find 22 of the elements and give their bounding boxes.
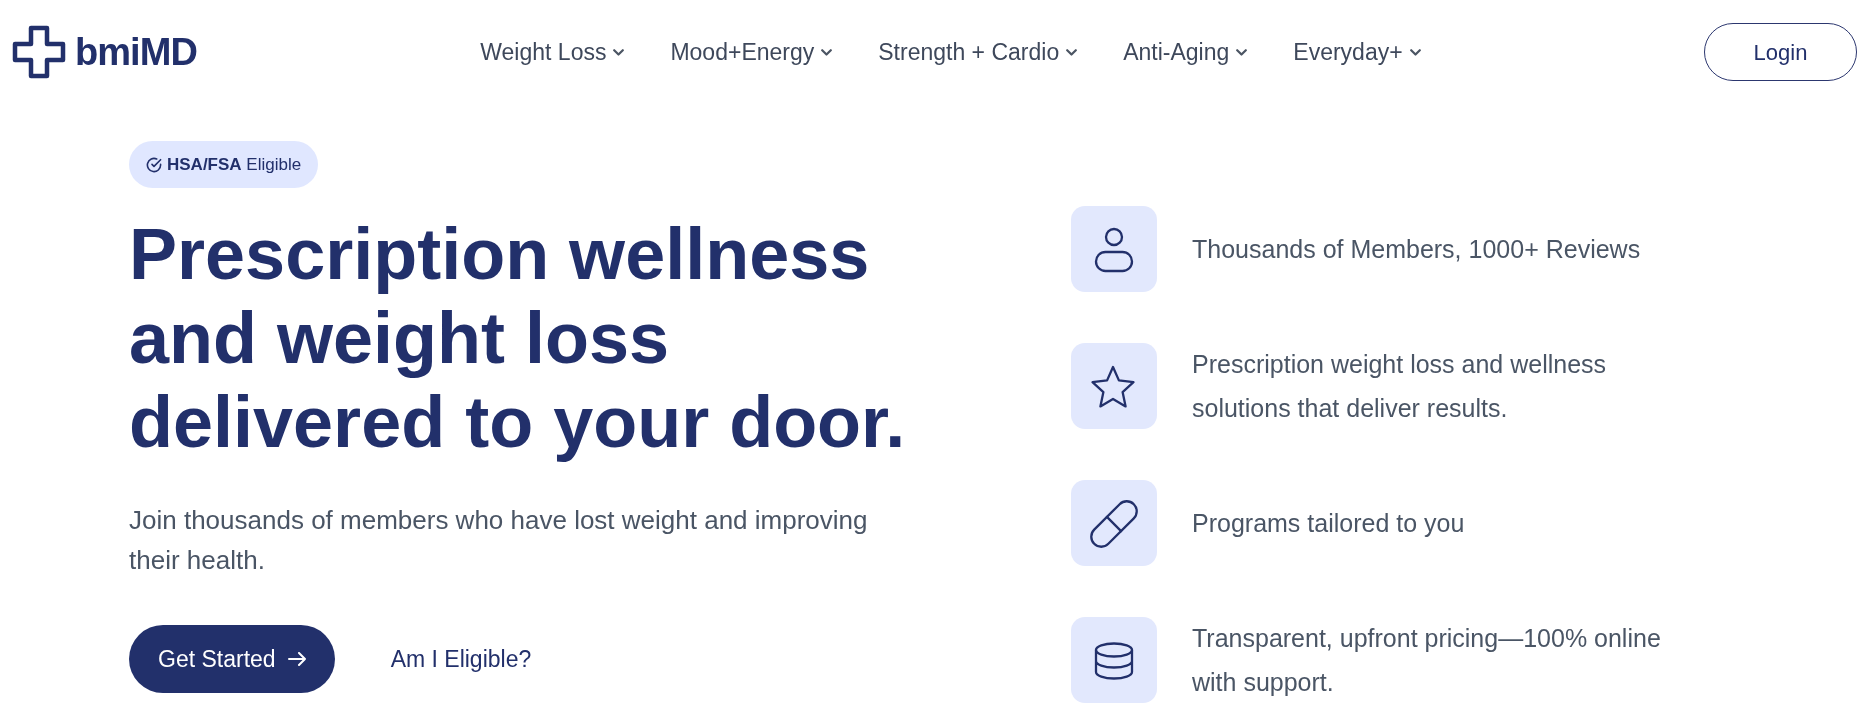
feature-text: Prescription weight loss and wellness solutions that deliver results. bbox=[1192, 349, 1608, 424]
hero-subtitle: Join thousands of members who have lost weight and improving their health. bbox=[129, 504, 869, 577]
nav-link[interactable]: Mood+Energy bbox=[670, 34, 833, 70]
feature-text: Programs tailored to you bbox=[1192, 508, 1466, 539]
nav-link[interactable]: Everyday+ bbox=[1293, 34, 1421, 70]
logo-cross-icon bbox=[12, 25, 66, 79]
pill-icon bbox=[1071, 480, 1157, 566]
nav-link[interactable]: Weight Loss bbox=[480, 34, 625, 70]
coin-stack-icon bbox=[1071, 617, 1157, 703]
nav-link[interactable]: Anti-Aging bbox=[1123, 34, 1248, 70]
check-circle-icon bbox=[146, 156, 162, 173]
badge-label: HSA/FSA Eligible bbox=[167, 153, 302, 176]
person-icon bbox=[1071, 206, 1157, 292]
feature-text: Transparent, upfront pricing—100% online with support. bbox=[1192, 623, 1662, 698]
eligibility-link[interactable]: Am I Eligible? bbox=[390, 641, 532, 677]
feature-text: Thousands of Members, 1000+ Reviews bbox=[1192, 234, 1642, 265]
arrow-right-icon bbox=[287, 652, 306, 666]
get-started-button[interactable]: Get Started bbox=[129, 625, 335, 693]
logo-text[interactable]: bmiMD bbox=[75, 23, 197, 81]
nav-link[interactable]: Strength + Cardio bbox=[878, 34, 1078, 70]
login-button[interactable]: Login bbox=[1704, 23, 1857, 81]
hero-headline: Prescription wellness and weight loss delivered to your door. bbox=[129, 213, 907, 464]
